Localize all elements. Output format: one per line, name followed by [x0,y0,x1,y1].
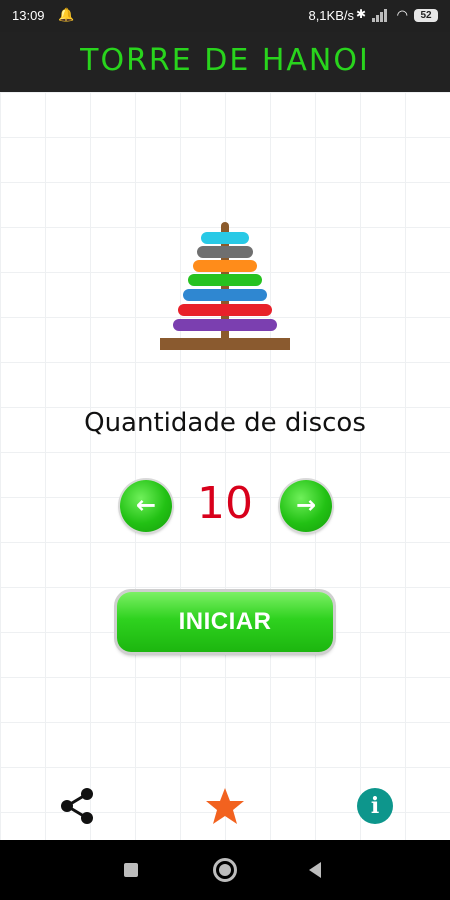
recents-button[interactable] [124,863,138,877]
app-header: TORRE DE HANOI [0,32,450,92]
tower-disk [188,274,262,286]
star-icon[interactable] [205,786,245,826]
wifi-icon: ◠ [396,7,408,22]
back-button[interactable] [309,862,321,878]
tower-disk [201,232,249,244]
tower-disk [193,260,257,272]
arrow-right-icon: → [295,491,317,519]
disk-count-label: Quantidade de discos [84,408,366,438]
app-title: TORRE DE HANOI [80,43,370,78]
share-icon[interactable] [58,786,96,826]
hanoi-tower-illustration [158,222,292,354]
main-content [0,92,450,840]
home-button[interactable] [213,858,237,882]
notification-bell-icon: 🔔 [58,7,75,22]
arrow-left-icon: ← [135,491,157,519]
bluetooth-icon: ✱ [355,7,366,21]
signal-icon [372,9,387,22]
battery-indicator: 52 [414,9,438,22]
status-time: 13:09 [12,8,45,23]
system-navigation-bar [0,840,450,900]
network-speed: 8,1KB/s [308,8,354,23]
tower-disk [197,246,253,258]
tower-disk [178,304,272,316]
info-icon[interactable]: i [357,788,393,824]
increase-disks-button[interactable]: → [280,480,332,532]
tower-disk [173,319,277,331]
tower-base [160,338,290,350]
tower-disk [183,289,267,301]
disk-count-value: 10 [197,478,253,529]
start-button[interactable]: INICIAR [117,592,333,652]
decrease-disks-button[interactable]: ← [120,480,172,532]
status-bar: 13:09 🔔 8,1KB/s ✱ ◠ 52 [0,0,450,32]
